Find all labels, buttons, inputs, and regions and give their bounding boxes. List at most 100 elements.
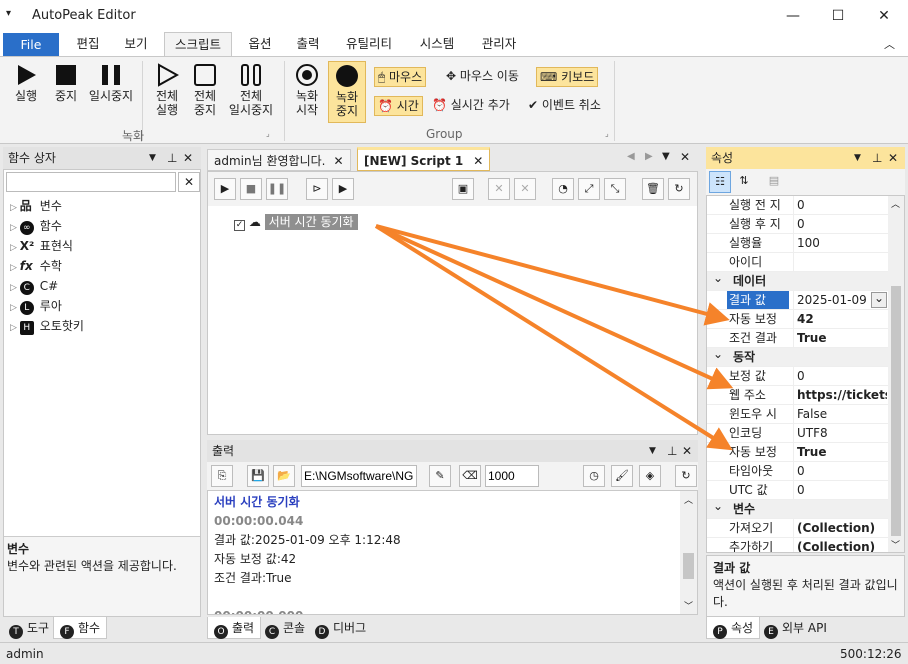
- group-launcher-icon[interactable]: ⌟: [605, 129, 609, 138]
- doc-tab-welcome[interactable]: admin님 환영합니다. ✕: [207, 149, 351, 171]
- tree-item-lua[interactable]: ▷ L 루아: [10, 296, 84, 316]
- close-button[interactable]: ✕: [861, 0, 907, 32]
- run-script-icon[interactable]: ▶: [214, 178, 236, 200]
- property-value[interactable]: [793, 253, 887, 271]
- image-icon[interactable]: ▣: [452, 178, 474, 200]
- refresh-icon[interactable]: ↻: [668, 178, 690, 200]
- tab-list-icon[interactable]: ▼: [662, 151, 670, 162]
- property-value[interactable]: 42: [793, 310, 887, 328]
- stop-button[interactable]: 중지: [46, 63, 86, 103]
- property-row[interactable]: 결과 값 2025-01-09 오 ⌄: [707, 291, 889, 310]
- clock-icon[interactable]: ◷: [583, 465, 605, 487]
- step-over-icon[interactable]: ▶: [332, 178, 354, 200]
- property-value[interactable]: 0: [793, 215, 887, 233]
- collapse-category-icon[interactable]: ⌄: [713, 500, 723, 516]
- scroll-down-icon[interactable]: ﹀: [891, 538, 900, 551]
- property-value[interactable]: (Collection): [793, 538, 887, 552]
- trash-icon[interactable]: 🗑: [642, 178, 664, 200]
- close-panel-icon[interactable]: ✕: [682, 440, 692, 462]
- property-row[interactable]: 아이디: [707, 253, 889, 272]
- tab-functions[interactable]: F 함수: [53, 617, 108, 639]
- eraser-icon[interactable]: ⌫: [459, 465, 481, 487]
- property-scrollbar[interactable]: ︿ ﹀: [888, 196, 904, 552]
- minimize-button[interactable]: —: [770, 0, 816, 32]
- dropdown-icon[interactable]: ▼: [149, 147, 156, 169]
- property-value[interactable]: 100: [793, 234, 887, 252]
- record-stop-button[interactable]: 녹화 중지: [328, 61, 366, 123]
- stop-all-button[interactable]: 전체 중지: [186, 63, 224, 117]
- doc-tab-script1[interactable]: [NEW] Script 1 ✕: [357, 147, 491, 171]
- log-path-input[interactable]: [301, 465, 417, 487]
- property-category[interactable]: ⌄ 동작: [707, 348, 889, 367]
- run-all-button[interactable]: 전체 실행: [148, 63, 186, 117]
- tab-edit[interactable]: 편집: [66, 32, 110, 56]
- new-log-icon[interactable]: ⎘: [211, 465, 233, 487]
- event-cancel-button[interactable]: ✔ 이벤트 취소: [528, 96, 601, 116]
- brush-icon[interactable]: 🖌: [611, 465, 633, 487]
- close-tab-icon[interactable]: ✕: [473, 154, 483, 168]
- tree-item-function[interactable]: ▷ ∞ 함수: [10, 216, 84, 236]
- scroll-thumb[interactable]: [891, 286, 901, 536]
- close-panel-icon[interactable]: ✕: [888, 147, 898, 169]
- property-row[interactable]: 실행 전 지 0: [707, 196, 889, 215]
- tab-external-api[interactable]: E 외부 API: [758, 617, 833, 639]
- property-pages-icon[interactable]: ▤: [763, 171, 785, 193]
- mouse-button[interactable]: 🖱 마우스: [374, 67, 427, 87]
- value-dropdown-icon[interactable]: ⌄: [871, 292, 887, 308]
- property-row[interactable]: 실행율 100: [707, 234, 889, 253]
- property-row[interactable]: UTC 값 0: [707, 481, 889, 500]
- dropdown-icon[interactable]: ▼: [649, 440, 656, 462]
- delete-all-icon[interactable]: ✕: [514, 178, 536, 200]
- tab-output[interactable]: 출력: [286, 32, 330, 56]
- pause-script-icon[interactable]: ❚❚: [266, 178, 288, 200]
- run-button[interactable]: 실행: [6, 63, 46, 103]
- property-category[interactable]: ⌄ 데이터: [707, 272, 889, 291]
- maximize-button[interactable]: ☐: [815, 0, 861, 32]
- tab-properties[interactable]: P 속성: [706, 617, 761, 639]
- script-node[interactable]: ✓ ☁ 서버 시간 동기화: [234, 213, 358, 231]
- folder-icon[interactable]: 📂: [273, 465, 295, 487]
- collapse-icon[interactable]: ⤡: [604, 178, 626, 200]
- scroll-tabs-right-icon[interactable]: ▶: [645, 151, 653, 162]
- property-row[interactable]: 보정 값 0: [707, 367, 889, 386]
- property-value[interactable]: 0: [793, 196, 887, 214]
- line-limit-input[interactable]: [485, 465, 539, 487]
- tab-file[interactable]: File: [3, 33, 59, 56]
- tab-output-log[interactable]: O 출력: [207, 617, 262, 639]
- property-category[interactable]: ⌄ 변수: [707, 500, 889, 519]
- tab-admin[interactable]: 관리자: [472, 32, 526, 56]
- pin-icon[interactable]: ⊥: [872, 147, 882, 169]
- property-row[interactable]: 조건 결과 True: [707, 329, 889, 348]
- record-start-button[interactable]: 녹화 시작: [288, 63, 326, 117]
- close-panel-icon[interactable]: ✕: [183, 147, 193, 169]
- system-menu-icon[interactable]: ▾: [6, 8, 11, 19]
- scroll-thumb[interactable]: [683, 553, 694, 579]
- property-value[interactable]: True: [793, 329, 887, 347]
- tab-debug[interactable]: D 디버그: [309, 617, 372, 639]
- tree-item-expression[interactable]: ▷ X² 표현식: [10, 236, 84, 256]
- close-tab-icon[interactable]: ✕: [333, 154, 343, 168]
- sort-alpha-icon[interactable]: ⇅: [733, 171, 755, 193]
- function-search-input[interactable]: [6, 172, 176, 192]
- tree-item-autohotkey[interactable]: ▷ H 오토핫키: [10, 316, 84, 336]
- property-value[interactable]: 0: [793, 367, 887, 385]
- pin-icon[interactable]: ⊥: [167, 147, 177, 169]
- save-icon[interactable]: 💾: [247, 465, 269, 487]
- tree-item-math[interactable]: ▷ fx 수학: [10, 256, 84, 276]
- scroll-up-icon[interactable]: ︿: [891, 197, 900, 210]
- delete-icon[interactable]: ✕: [488, 178, 510, 200]
- tab-system[interactable]: 시스템: [410, 32, 464, 56]
- tab-view[interactable]: 보기: [114, 32, 158, 56]
- property-row[interactable]: 자동 보정 42: [707, 310, 889, 329]
- scroll-up-icon[interactable]: ︿: [684, 493, 693, 506]
- pause-button[interactable]: 일시중지: [86, 63, 136, 103]
- tree-item-variable[interactable]: ▷ 品 변수: [10, 196, 84, 216]
- mouse-move-button[interactable]: ✥ 마우스 이동: [446, 67, 519, 87]
- tree-item-csharp[interactable]: ▷ C C#: [10, 276, 84, 296]
- property-value[interactable]: UTF8: [793, 424, 887, 442]
- realtime-add-button[interactable]: ⏰ 실시간 추가: [432, 96, 510, 116]
- tab-options[interactable]: 옵션: [238, 32, 282, 56]
- collapse-ribbon-icon[interactable]: ︿: [884, 36, 895, 52]
- scroll-tabs-left-icon[interactable]: ◀: [627, 151, 635, 162]
- property-value[interactable]: False: [793, 405, 887, 423]
